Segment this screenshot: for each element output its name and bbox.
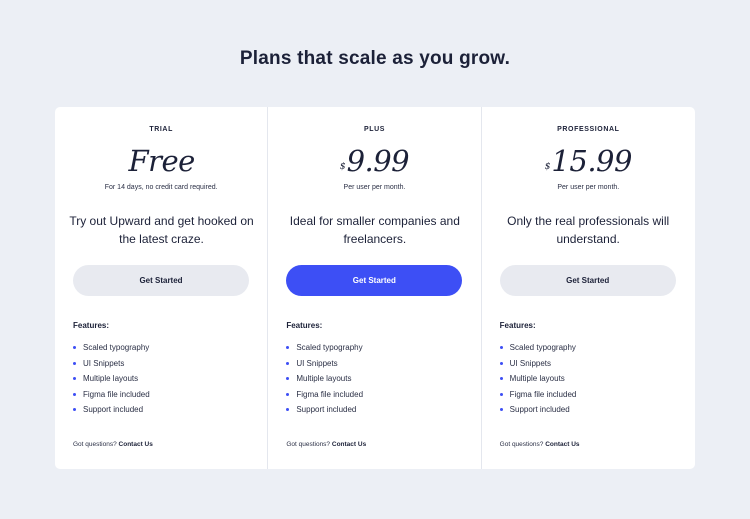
feature-item: Scaled typography: [286, 340, 363, 356]
currency-symbol: $: [339, 162, 346, 172]
feature-item: Multiple layouts: [286, 371, 363, 387]
bullet-icon: [73, 346, 76, 350]
feature-label: Multiple layouts: [83, 374, 139, 384]
feature-item: Scaled typography: [73, 340, 150, 356]
plan-description: Only the real professionals will underst…: [507, 214, 670, 246]
price-block: Free: [55, 143, 267, 183]
feature-item: Figma file included: [286, 387, 363, 403]
bullet-icon: [286, 361, 290, 365]
feature-label: Multiple layouts: [296, 374, 352, 384]
feature-item: Scaled typography: [499, 340, 577, 356]
plan-price: Free: [128, 144, 196, 178]
feature-item: UI Snippets: [73, 356, 150, 372]
feature-item: Figma file included: [73, 387, 150, 403]
plan-tier-label: PLUS: [363, 126, 386, 133]
plan-tier-label: PROFESSIONAL: [557, 126, 620, 133]
bullet-icon: [73, 361, 76, 365]
get-started-button-trial[interactable]: Get Started: [73, 265, 249, 296]
questions-text: Got questions?: [286, 441, 331, 448]
feature-label: Support included: [296, 405, 357, 415]
price-note: For 14 days, no credit card required.: [104, 184, 218, 191]
feature-item: UI Snippets: [499, 356, 577, 372]
bullet-icon: [286, 392, 290, 396]
price-block: $15.99: [482, 143, 695, 183]
features-list: Scaled typography UI Snippets Multiple l…: [286, 340, 363, 418]
features-list: Scaled typography UI Snippets Multiple l…: [499, 340, 577, 418]
bullet-icon: [499, 408, 503, 412]
price-block: $9.99: [268, 143, 480, 183]
feature-label: Scaled typography: [509, 343, 576, 353]
bullet-icon: [499, 361, 503, 365]
questions-line: Got questions? Contact Us: [73, 441, 153, 448]
currency-symbol: $: [544, 162, 551, 172]
bullet-icon: [73, 392, 76, 396]
bullet-icon: [286, 377, 290, 381]
feature-label: Multiple layouts: [509, 374, 565, 384]
feature-label: UI Snippets: [296, 358, 338, 368]
plan-price: 9.99: [346, 144, 410, 178]
bullet-icon: [499, 346, 503, 350]
feature-item: UI Snippets: [286, 356, 363, 372]
features-title: Features:: [73, 321, 110, 330]
plan-tier-label: TRIAL: [149, 126, 173, 133]
feature-label: Figma file included: [509, 389, 577, 399]
feature-label: Scaled typography: [83, 343, 150, 353]
bullet-icon: [73, 377, 76, 381]
plan-description: Ideal for smaller companies and freelanc…: [289, 214, 460, 246]
feature-item: Figma file included: [499, 387, 577, 403]
features-title: Features:: [499, 321, 536, 330]
feature-item: Support included: [73, 402, 150, 418]
feature-item: Multiple layouts: [73, 371, 150, 387]
feature-label: Figma file included: [296, 389, 364, 399]
plan-card-plus: PLUS $9.99 Per user per month. Ideal for…: [268, 107, 482, 469]
feature-label: Figma file included: [83, 389, 150, 399]
features-list: Scaled typography UI Snippets Multiple l…: [73, 340, 150, 418]
get-started-button-plus[interactable]: Get Started: [286, 265, 463, 296]
bullet-icon: [286, 346, 290, 350]
feature-item: Support included: [286, 402, 363, 418]
get-started-button-professional[interactable]: Get Started: [499, 265, 676, 296]
feature-label: Scaled typography: [296, 343, 363, 353]
bullet-icon: [499, 392, 503, 396]
plan-card-trial: TRIAL Free For 14 days, no credit card r…: [55, 107, 269, 469]
feature-label: Support included: [509, 405, 570, 415]
questions-line: Got questions? Contact Us: [500, 441, 580, 448]
questions-text: Got questions?: [499, 441, 544, 448]
contact-us-link[interactable]: Contact Us: [545, 441, 579, 448]
bullet-icon: [499, 377, 503, 381]
bullet-icon: [73, 408, 76, 412]
plan-description: Try out Upward and get hooked on the lat…: [69, 214, 254, 246]
plan-price: 15.99: [551, 144, 632, 178]
questions-line: Got questions? Contact Us: [286, 441, 366, 448]
feature-item: Multiple layouts: [499, 371, 577, 387]
feature-item: Support included: [499, 402, 577, 418]
bullet-icon: [286, 408, 290, 412]
pricing-plans: TRIAL Free For 14 days, no credit card r…: [55, 107, 695, 469]
plan-card-professional: PROFESSIONAL $15.99 Per user per month. …: [482, 107, 695, 469]
contact-us-link[interactable]: Contact Us: [332, 441, 366, 448]
feature-label: UI Snippets: [83, 358, 125, 368]
feature-label: Support included: [83, 405, 144, 415]
page-title: Plans that scale as you grow.: [239, 48, 511, 69]
questions-text: Got questions?: [73, 441, 117, 448]
price-note: Per user per month.: [557, 184, 620, 191]
feature-label: UI Snippets: [509, 358, 552, 368]
contact-us-link[interactable]: Contact Us: [119, 441, 153, 448]
features-title: Features:: [286, 321, 323, 330]
price-note: Per user per month.: [343, 184, 406, 191]
